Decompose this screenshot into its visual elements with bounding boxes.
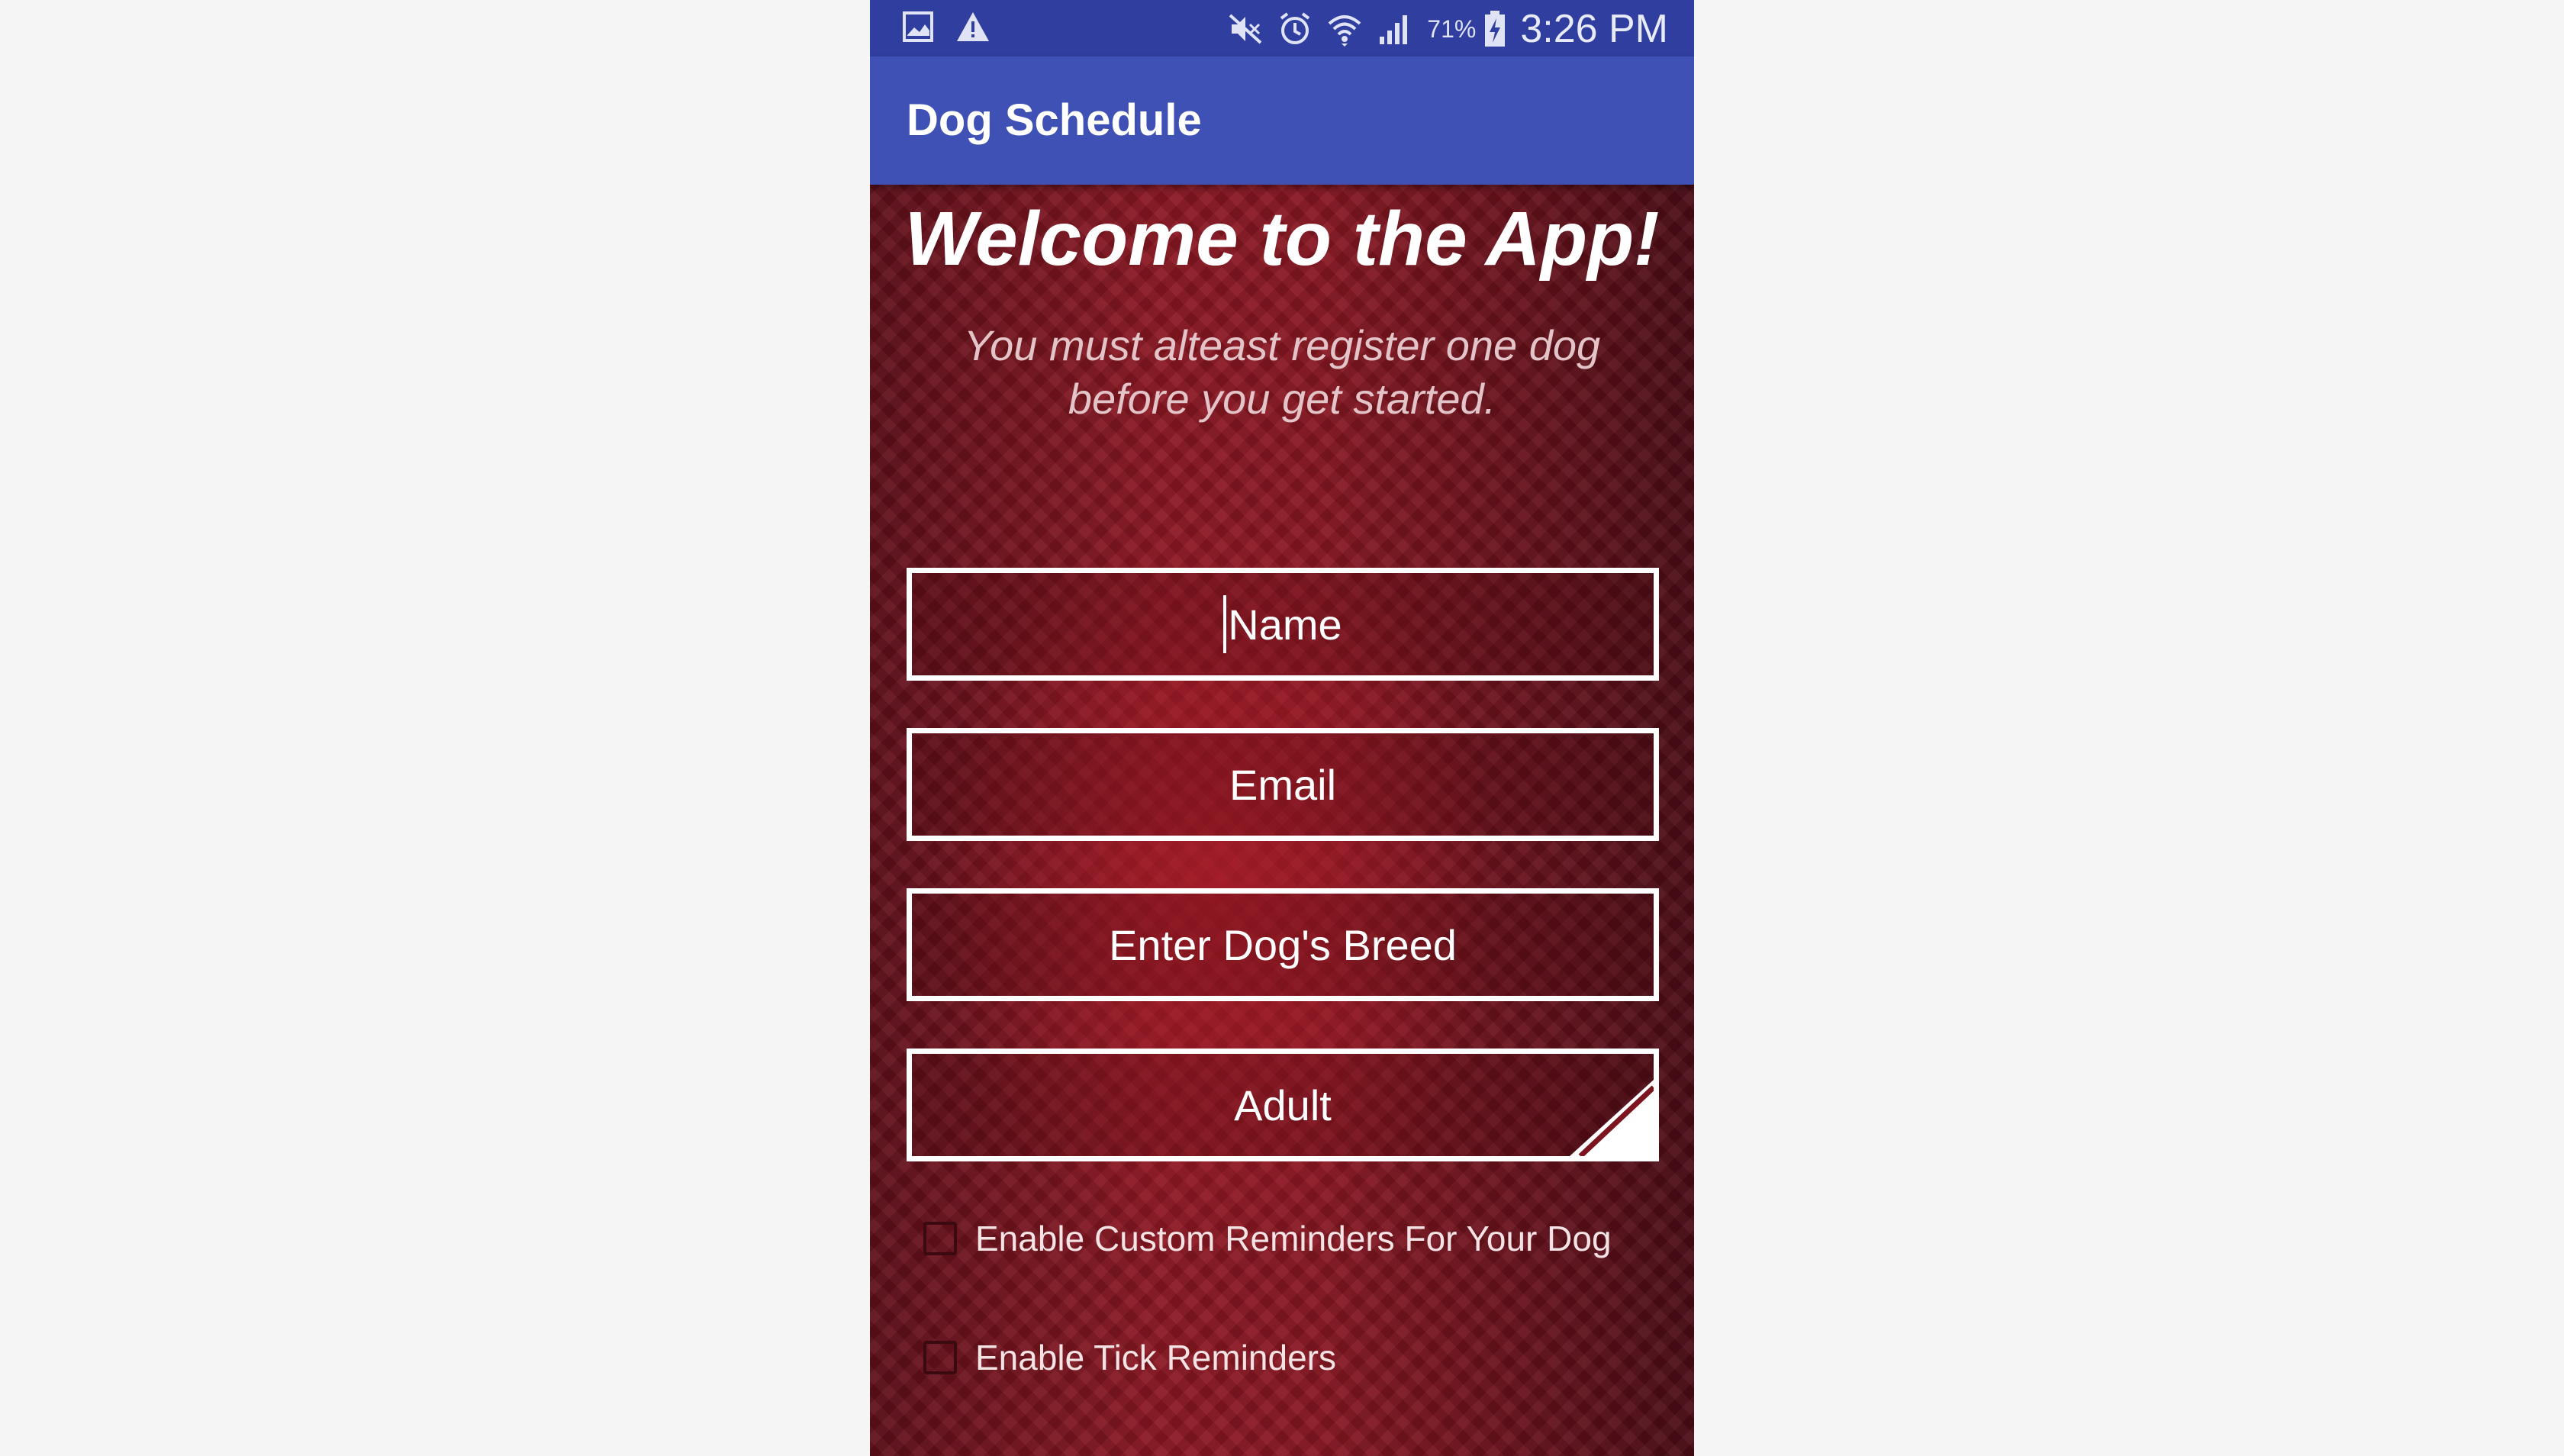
- age-select-value: Adult: [1234, 1081, 1332, 1129]
- app-bar: Dog Schedule: [870, 56, 1694, 185]
- custom-reminders-checkbox-row[interactable]: Enable Custom Reminders For Your Dog: [923, 1218, 1612, 1259]
- battery-charging-icon: [1483, 11, 1506, 47]
- tick-reminders-checkbox[interactable]: [923, 1341, 957, 1374]
- email-placeholder: Email: [1229, 760, 1337, 809]
- status-clock: 3:26 PM: [1520, 7, 1668, 51]
- warning-icon: [955, 11, 990, 43]
- tick-reminders-label: Enable Tick Reminders: [975, 1338, 1336, 1377]
- app-title: Dog Schedule: [907, 95, 1202, 145]
- custom-reminders-label: Enable Custom Reminders For Your Dog: [975, 1219, 1612, 1258]
- registration-form: Welcome to the App! You must alteast reg…: [870, 185, 1694, 1456]
- status-bar: 71% 3:26 PM: [870, 0, 1694, 56]
- welcome-heading: Welcome to the App!: [904, 196, 1660, 282]
- name-field[interactable]: Name: [907, 568, 1659, 681]
- signal-icon: [1377, 12, 1413, 46]
- phone-screen: 71% 3:26 PM Dog Schedule Welcome to the …: [870, 0, 1694, 1456]
- dropdown-corner-icon: [1570, 1080, 1654, 1156]
- gallery-icon: [902, 11, 934, 43]
- welcome-subtitle: You must alteast register one dog before…: [963, 321, 1601, 423]
- breed-placeholder: Enter Dog's Breed: [1109, 920, 1457, 969]
- tick-reminders-checkbox-row[interactable]: Enable Tick Reminders: [923, 1337, 1336, 1378]
- wifi-icon: [1326, 11, 1363, 47]
- age-select[interactable]: Adult: [907, 1049, 1659, 1161]
- custom-reminders-checkbox[interactable]: [923, 1222, 957, 1255]
- mute-icon: [1227, 12, 1264, 46]
- email-field[interactable]: Email: [907, 728, 1659, 841]
- text-cursor: [1223, 595, 1227, 653]
- breed-field[interactable]: Enter Dog's Breed: [907, 888, 1659, 1001]
- battery-percent: 71%: [1427, 14, 1477, 43]
- name-placeholder: Name: [1228, 600, 1342, 649]
- alarm-icon: [1277, 11, 1313, 47]
